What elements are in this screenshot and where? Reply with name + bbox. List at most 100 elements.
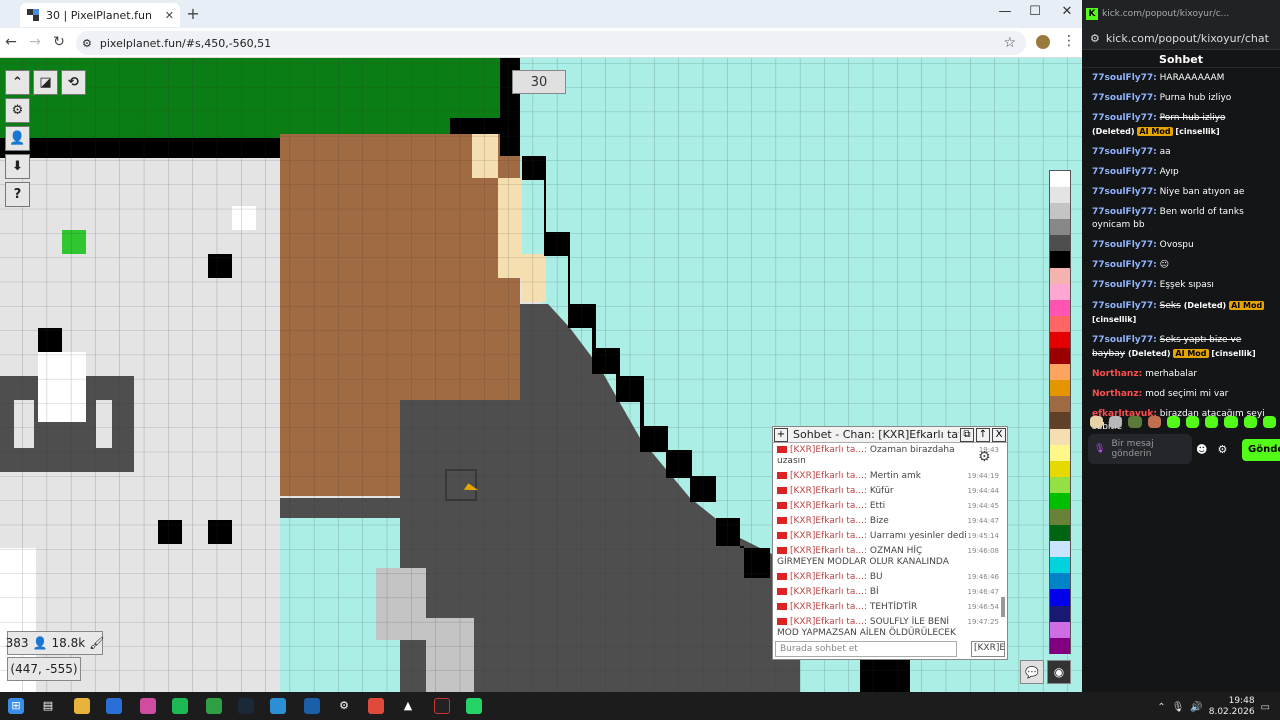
kick-username[interactable]: Northanz: [1092,389,1142,399]
browser-icon[interactable] [270,698,286,714]
chat-nick[interactable]: [KXR]Efkarlı ta...: [790,572,867,582]
back-button[interactable]: ← [2,34,20,50]
bookmark-star-icon[interactable]: ☆ [1003,35,1016,51]
palette-color-swatch[interactable] [1050,637,1070,654]
palette-color-swatch[interactable] [1050,171,1070,188]
file-explorer-icon[interactable] [74,698,90,714]
user-icon[interactable]: 👤 [5,126,30,151]
download-icon[interactable]: ⬇ [5,154,30,179]
palette-color-swatch[interactable] [1050,299,1070,316]
sync-icon[interactable]: ⟲ [61,70,86,95]
palette-color-swatch[interactable] [1050,492,1070,509]
app-icon[interactable]: ▲ [400,698,416,714]
chat-nick[interactable]: [KXR]Efkarlı ta...: [790,602,867,612]
settings-gear-icon[interactable]: ⚙ [5,98,30,123]
microphone-icon[interactable]: 🎙 [1172,702,1185,713]
kick-send-button[interactable]: Gönder [1242,439,1280,461]
kick-username[interactable]: 77soulFly77: [1092,113,1157,123]
globe-button[interactable]: ◉ [1047,660,1071,684]
palette-color-swatch[interactable] [1050,348,1070,365]
site-info-icon[interactable]: ⚙ [82,37,92,50]
palette-color-swatch[interactable] [1050,428,1070,445]
tray-chevron-icon[interactable]: ⌃ [1157,702,1165,713]
kick-username[interactable]: 77soulFly77: [1092,240,1157,250]
emote-icon[interactable] [1186,416,1200,428]
tab-pixelplanet[interactable]: 30 | PixelPlanet.fun ✕ [20,3,180,27]
chat-add-channel-icon[interactable]: + [774,427,788,442]
palette-color-swatch[interactable] [1050,444,1070,461]
chat-channel-select[interactable]: [KXR]E [971,641,1005,657]
minimize-button[interactable]: — [990,4,1020,19]
palette-color-swatch[interactable] [1050,187,1070,204]
chat-nick[interactable]: [KXR]Efkarlı ta...: [790,501,867,511]
palette-color-swatch[interactable] [1050,251,1070,268]
chat-nick[interactable]: [KXR]Efkarlı ta...: [790,486,867,496]
task-view-icon[interactable]: ▤ [40,698,56,714]
palette-color-swatch[interactable] [1050,267,1070,284]
chat-nick[interactable]: [KXR]Efkarlı ta...: [790,546,867,556]
chat-settings-gear-icon[interactable]: ⚙ [978,449,991,465]
kick-username[interactable]: 77soulFly77: [1092,73,1157,83]
palette-color-swatch[interactable] [1050,396,1070,413]
browser-menu-icon[interactable]: ⋮ [1062,33,1076,49]
volume-icon[interactable]: 🔊 [1190,702,1202,713]
xbox-icon[interactable] [206,698,222,714]
emote-icon[interactable] [1166,416,1181,428]
chrome-icon[interactable] [368,698,384,714]
chat-nick[interactable]: [KXR]Efkarlı ta...: [790,617,867,627]
kick-username[interactable]: 77soulFly77: [1092,207,1157,217]
forward-button[interactable]: → [26,34,44,50]
new-tab-button[interactable]: + [184,5,202,23]
kick-message-input[interactable]: 🎙 Bir mesaj gönderin [1088,434,1192,464]
chat-nick[interactable]: [KXR]Efkarlı ta...: [790,516,867,526]
kick-username[interactable]: 77soulFly77: [1092,301,1157,311]
chat-nick[interactable]: [KXR]Efkarlı ta...: [790,471,867,481]
reload-button[interactable]: ↻ [50,34,68,50]
palette-color-swatch[interactable] [1050,508,1070,526]
emote-picker-icon[interactable]: ☻ [1196,443,1207,456]
palette-color-swatch[interactable] [1050,557,1070,574]
emote-icon[interactable] [1262,416,1277,428]
kick-username[interactable]: 77soulFly77: [1092,93,1157,103]
chat-toggle-button[interactable]: 💬 [1020,660,1044,684]
close-window-button[interactable]: ✕ [1052,4,1082,19]
start-icon[interactable]: ⊞ [8,698,24,714]
chat-nick[interactable]: [KXR]Efkarlı ta...: [790,531,867,541]
palette-toggle-icon[interactable]: ◪ [33,70,58,95]
steam-icon[interactable] [238,698,254,714]
help-icon[interactable]: ? [5,182,30,207]
clock[interactable]: 19:48 8.02.2026 [1209,696,1255,718]
kick-username[interactable]: Northanz: [1092,369,1142,379]
palette-color-swatch[interactable] [1050,573,1070,590]
chat-nick[interactable]: [KXR]Efkarlı ta...: [790,445,867,455]
settings-icon[interactable]: ⚙ [336,698,352,714]
palette-color-swatch[interactable] [1050,621,1070,638]
palette-color-swatch[interactable] [1050,203,1070,220]
kick-username[interactable]: 77soulFly77: [1092,187,1157,197]
chat-scrollbar[interactable] [1001,597,1005,617]
palette-color-swatch[interactable] [1050,460,1070,477]
site-info-icon[interactable]: ⚙ [1090,32,1100,45]
kick-username[interactable]: 77soulFly77: [1092,260,1157,270]
palette-color-swatch[interactable] [1050,315,1070,332]
palette-color-swatch[interactable] [1050,476,1070,493]
pixel-canvas[interactable]: ⌃ ◪ ⟲ ⚙ 👤 ⬇ ? 30 + Sohbet - Chan: [KXR]E… [0,58,1082,692]
palette-color-swatch[interactable] [1050,364,1070,381]
chat-input[interactable]: Burada sohbet et [775,641,957,657]
emote-icon[interactable] [1128,416,1142,428]
microphone-icon[interactable]: 🎙 [1094,444,1105,454]
emote-icon[interactable] [1205,416,1219,428]
palette-color-swatch[interactable] [1050,283,1070,300]
chat-close-icon[interactable]: X [992,427,1006,442]
palette-color-swatch[interactable] [1050,235,1070,252]
kick-username[interactable]: 77soulFly77: [1092,335,1157,345]
tab-close-icon[interactable]: ✕ [165,9,174,22]
extension-avatar-icon[interactable] [1036,35,1050,49]
url-field[interactable]: ⚙ pixelplanet.fun/#s,450,-560,51 ☆ [76,31,1026,55]
palette-color-swatch[interactable] [1050,331,1070,349]
palette-color-swatch[interactable] [1050,412,1070,429]
palette-color-swatch[interactable] [1050,380,1070,397]
emote-icon[interactable] [1090,416,1104,428]
palette-color-swatch[interactable] [1050,219,1070,236]
coordinates-display[interactable]: (447, -555) [7,657,81,681]
